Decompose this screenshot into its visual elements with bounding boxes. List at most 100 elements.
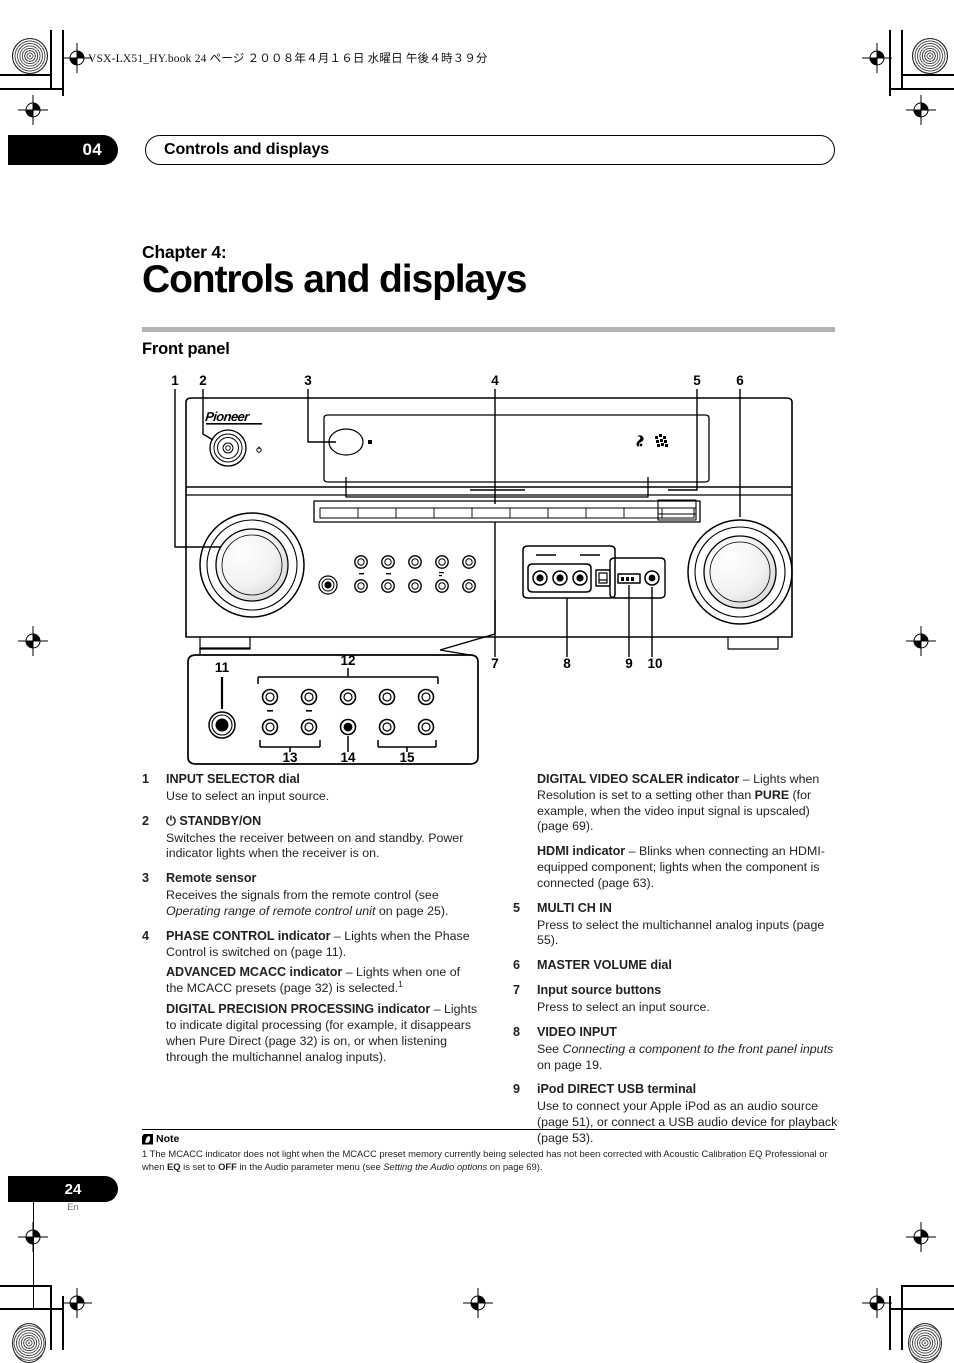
- note-divider: [142, 1129, 835, 1130]
- callout-9: 9: [625, 656, 633, 671]
- halftone-dot-bottom-left: [12, 1323, 46, 1363]
- section-heading: Front panel: [142, 340, 230, 358]
- item-number: 9: [513, 1082, 521, 1097]
- crop-line: [890, 88, 954, 90]
- registration-mark-top-left: [62, 43, 92, 73]
- section-divider: [142, 327, 835, 332]
- list-item: 5 MULTI CH IN Press to select the multic…: [513, 901, 843, 949]
- registration-mark-right-middle: [906, 626, 936, 656]
- item-number: 5: [513, 900, 521, 915]
- list-item: 4 PHASE CONTROL indicator – Lights when …: [142, 929, 479, 1066]
- emphasis-eq: EQ: [167, 1160, 181, 1172]
- item-heading-line: HDMI indicator – Blinks when connecting …: [537, 844, 843, 891]
- sub-item-dpp: DIGITAL PRECISION PROCESSING indicator –…: [166, 1002, 479, 1065]
- desc-prefix: Receives the signals from the remote con…: [166, 888, 439, 903]
- page-title: Controls and displays: [142, 258, 527, 301]
- footnote-marker: 1: [398, 979, 403, 990]
- callout-7: 7: [491, 656, 499, 671]
- list-item: 3 Remote sensor Receives the signals fro…: [142, 871, 479, 919]
- halftone-dot-top-right: [912, 38, 948, 74]
- item-description: Use to select an input source.: [166, 788, 330, 803]
- desc-suffix: on page 19.: [537, 1057, 603, 1072]
- list-item: 7 Input source buttons Press to select a…: [513, 983, 843, 1016]
- callout-2: 2: [199, 373, 207, 388]
- desc-suffix: on page 25).: [375, 903, 449, 918]
- footnote-text: 1 The MCACC indicator does not light whe…: [142, 1148, 835, 1174]
- item-number: 7: [513, 983, 521, 998]
- item-heading-line: DIGITAL VIDEO SCALER indicator – Lights …: [537, 772, 843, 835]
- item-description: See Connecting a component to the front …: [537, 1042, 843, 1074]
- chapter-number-badge: 04: [8, 135, 118, 165]
- crop-line: [890, 1308, 954, 1310]
- callout-3: 3: [304, 373, 312, 388]
- item-heading: DIGITAL VIDEO SCALER indicator: [537, 772, 740, 786]
- item-heading-line: PHASE CONTROL indicator – Lights when th…: [166, 929, 479, 961]
- emphasis-off: OFF: [218, 1160, 237, 1172]
- item-heading: VIDEO INPUT: [537, 1024, 617, 1039]
- crop-line: [50, 1285, 52, 1350]
- crop-line: [901, 30, 903, 88]
- item-heading: Input source buttons: [537, 983, 662, 998]
- callout-6: 6: [736, 373, 744, 388]
- item-number: 4: [142, 928, 150, 943]
- svg-text:Pioneer: Pioneer: [205, 409, 252, 424]
- crop-line: [0, 1308, 62, 1310]
- note-icon: [142, 1133, 153, 1145]
- registration-mark-right-upper: [906, 95, 936, 125]
- footnote-part-4: on page 69).: [487, 1160, 543, 1172]
- crop-line: [901, 1285, 903, 1350]
- callout-4: 4: [491, 373, 499, 388]
- cross-reference: Operating range of remote control unit: [166, 903, 376, 918]
- sub-heading: ADVANCED MCACC indicator: [166, 965, 343, 980]
- list-item: 2 ⏻ STANDBY/ON Switches the receiver bet…: [142, 814, 479, 862]
- registration-mark-left-upper: [18, 95, 48, 125]
- crop-line: [50, 30, 52, 88]
- item-heading: INPUT SELECTOR dial: [166, 772, 300, 786]
- item-description: Switches the receiver between on and sta…: [166, 830, 464, 861]
- list-item: 1 INPUT SELECTOR dial Use to select an i…: [142, 772, 479, 805]
- callout-11: 11: [215, 660, 230, 675]
- item-heading: Remote sensor: [166, 871, 257, 886]
- callout-1: 1: [171, 373, 179, 388]
- list-item: HDMI indicator – Blinks when connecting …: [513, 844, 843, 891]
- note-label: Note: [156, 1133, 180, 1145]
- item-heading: HDMI indicator: [537, 844, 626, 859]
- callout-13: 13: [282, 750, 298, 765]
- sub-item-mcacc: ADVANCED MCACC indicator – Lights when o…: [166, 965, 479, 997]
- list-item: 8 VIDEO INPUT See Connecting a component…: [513, 1025, 843, 1073]
- description-column-right: DIGITAL VIDEO SCALER indicator – Lights …: [513, 772, 843, 1147]
- item-heading: ⏻ STANDBY/ON: [166, 813, 262, 828]
- crop-line: [902, 1285, 954, 1287]
- item-number: [513, 772, 537, 835]
- registration-mark-bottom-right: [906, 1222, 936, 1252]
- crop-line: [0, 88, 62, 90]
- registration-mark-bottom-center: [463, 1288, 493, 1318]
- running-head-bar: Controls and displays: [145, 135, 835, 165]
- footnote-part-3: in the Audio parameter menu (see: [236, 1160, 384, 1172]
- registration-mark-bottom-left: [18, 1222, 48, 1252]
- front-panel-diagram: Pioneer 1 2 3 4 5 6 7 8 9 10 11 12 13 14…: [140, 372, 850, 772]
- crop-line: [0, 74, 52, 76]
- callout-12: 12: [340, 653, 355, 668]
- registration-mark-top-right: [862, 43, 892, 73]
- page-number-badge: 24: [8, 1176, 118, 1202]
- item-description: Press to select the multichannel analog …: [537, 917, 825, 948]
- page-language: En: [67, 1202, 79, 1213]
- callout-14: 14: [340, 750, 356, 765]
- running-head-title: Controls and displays: [164, 141, 330, 158]
- item-description: Press to select an input source.: [537, 1000, 710, 1015]
- callout-5: 5: [693, 373, 701, 388]
- cross-reference: Connecting a component to the front pane…: [562, 1041, 834, 1056]
- registration-mark-left-middle: [18, 626, 48, 656]
- item-number: 6: [513, 958, 521, 973]
- registration-mark-bottom-left-inner: [62, 1288, 92, 1318]
- crop-line: [902, 74, 954, 76]
- desc-prefix: See: [537, 1041, 563, 1056]
- item-heading: MULTI CH IN: [537, 900, 612, 915]
- registration-mark-bottom-right-inner: [862, 1288, 892, 1318]
- item-number: 3: [142, 871, 150, 886]
- crop-line: [0, 1285, 52, 1287]
- description-column-left: 1 INPUT SELECTOR dial Use to select an i…: [142, 772, 479, 1065]
- sub-heading: DIGITAL PRECISION PROCESSING indicator: [166, 1002, 431, 1017]
- halftone-dot-bottom-right: [908, 1323, 942, 1363]
